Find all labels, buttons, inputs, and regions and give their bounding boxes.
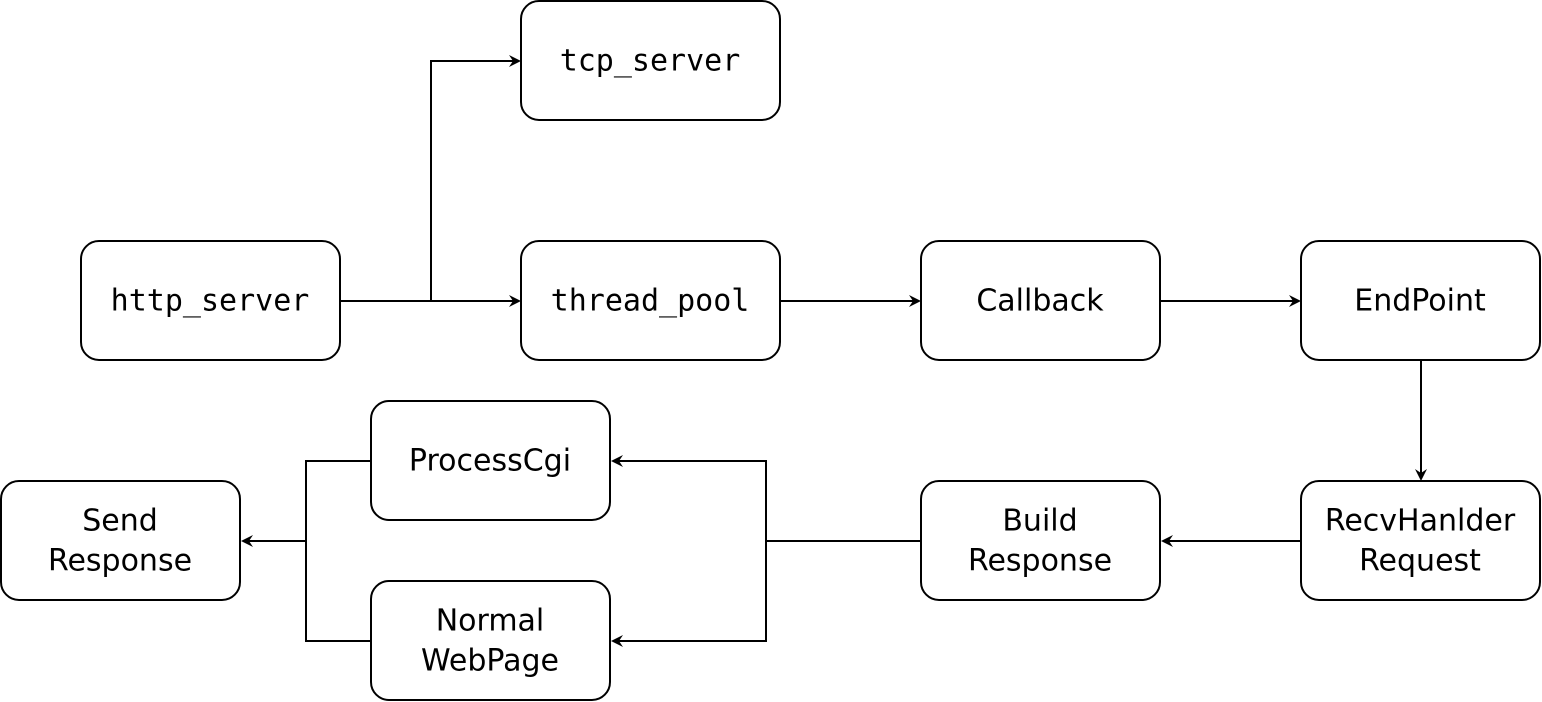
- edge-process-cgi-to-send: [305, 460, 371, 541]
- node-callback: Callback: [920, 240, 1161, 361]
- edge-build-to-process-cgi: [611, 455, 767, 541]
- node-label: http_server: [111, 284, 310, 319]
- flow-diagram: tcp_server http_server thread_pool Callb…: [0, 0, 1541, 701]
- node-endpoint: EndPoint: [1300, 240, 1541, 361]
- node-label: thread_pool: [551, 284, 750, 319]
- node-normal-webpage: Normal WebPage: [370, 580, 611, 701]
- node-label: Callback: [976, 284, 1104, 319]
- node-label-line1: Build: [1002, 504, 1077, 539]
- node-label-line1: Normal: [436, 604, 545, 639]
- node-label: tcp_server: [560, 44, 741, 79]
- node-process-cgi: ProcessCgi: [370, 400, 611, 521]
- edge-build-to-normal-webpage: [611, 541, 767, 647]
- node-label-line1: RecvHanlder: [1325, 504, 1516, 539]
- edges: [241, 55, 1427, 647]
- node-label-line2: Request: [1359, 544, 1481, 579]
- node-label: EndPoint: [1354, 284, 1486, 319]
- node-label-line2: Response: [968, 544, 1112, 579]
- node-http-server: http_server: [80, 240, 341, 361]
- node-label-line2: Response: [48, 544, 192, 579]
- node-send-response: Send Response: [0, 480, 241, 601]
- edge-http-to-tcp-server: [430, 55, 521, 301]
- node-label: ProcessCgi: [409, 444, 571, 479]
- node-build-response: Build Response: [920, 480, 1161, 601]
- node-thread-pool: thread_pool: [520, 240, 781, 361]
- node-label-line1: Send: [82, 504, 158, 539]
- node-label-line2: WebPage: [421, 644, 559, 679]
- node-recv-request: RecvHanlder Request: [1300, 480, 1541, 601]
- node-tcp-server: tcp_server: [520, 0, 781, 121]
- edge-normal-webpage-to-send: [305, 541, 371, 642]
